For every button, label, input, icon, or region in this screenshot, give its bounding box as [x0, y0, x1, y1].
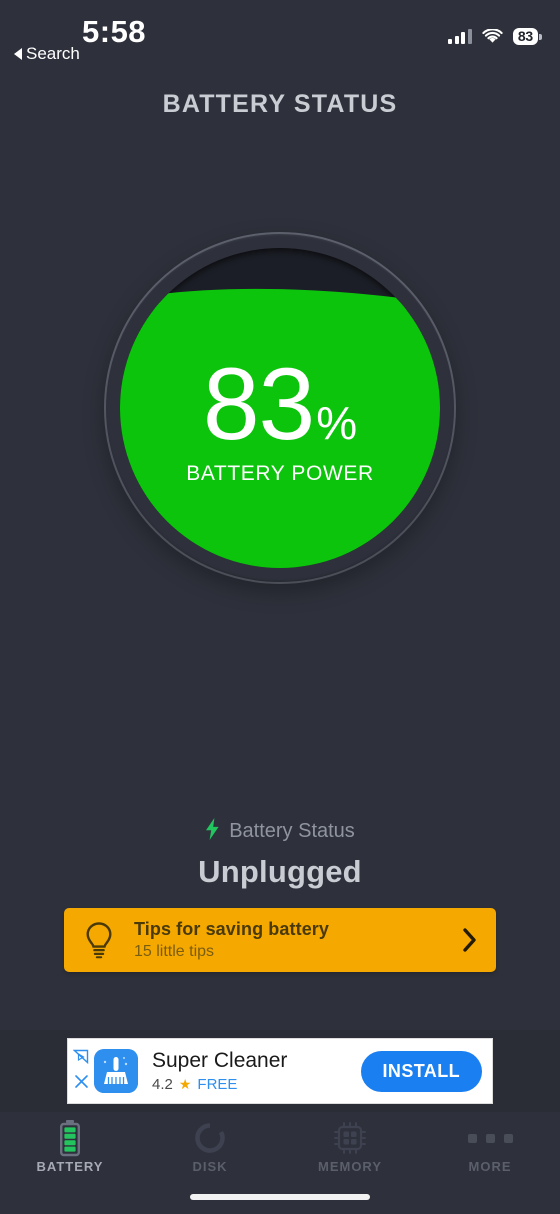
tab-battery-label: BATTERY — [36, 1159, 104, 1174]
tab-bar: BATTERY DISK MEMORY MORE — [0, 1112, 560, 1182]
install-button[interactable]: INSTALL — [360, 1050, 482, 1092]
star-icon: ★ — [178, 1075, 192, 1092]
tab-more[interactable]: MORE — [420, 1112, 560, 1182]
back-to-search-link[interactable]: Search — [14, 44, 80, 64]
battery-status-line: Battery Status — [0, 818, 560, 845]
tips-banner-subtitle: 15 little tips — [134, 943, 215, 960]
battery-status-value: Unplugged — [198, 854, 362, 889]
gauge-inner-well: 83 % BATTERY POWER — [120, 248, 440, 568]
disk-ring-icon — [193, 1118, 227, 1158]
tips-banner-texts: Tips for saving battery 15 little tips — [134, 919, 462, 961]
tips-banner-title: Tips for saving battery — [134, 919, 330, 939]
lightbulb-icon — [84, 921, 114, 959]
gauge-percent-sign: % — [316, 397, 358, 450]
battery-icon — [57, 1118, 83, 1158]
more-dots-icon — [467, 1118, 513, 1158]
wifi-icon — [482, 29, 503, 44]
tab-disk-label: DISK — [192, 1159, 228, 1174]
battery-indicator: 83 — [512, 28, 542, 45]
status-bar-indicators: 83 — [448, 28, 542, 45]
page-title: BATTERY STATUS — [162, 90, 398, 118]
status-bar-time: 5:58 — [82, 14, 147, 49]
lightning-bolt-icon — [205, 818, 220, 845]
battery-status-section: Battery Status Unplugged — [0, 818, 560, 890]
ad-app-name: Super Cleaner — [152, 1049, 288, 1073]
memory-chip-icon — [332, 1118, 368, 1158]
battery-gauge: 83 % BATTERY POWER — [0, 228, 560, 588]
ad-meta-row: 4.2 ★ FREE — [152, 1076, 361, 1093]
ad-controls[interactable] — [68, 1039, 94, 1103]
battery-percent-label: 83 — [512, 28, 538, 45]
broom-icon — [94, 1049, 138, 1093]
ad-banner[interactable]: Super Cleaner 4.2 ★ FREE INSTALL — [67, 1038, 493, 1104]
close-icon[interactable] — [74, 1074, 89, 1094]
status-bar: 5:58 Search 83 — [0, 0, 560, 70]
battery-status-label: Battery Status — [229, 820, 355, 842]
gauge-caption: BATTERY POWER — [186, 461, 374, 485]
home-indicator — [190, 1194, 370, 1200]
back-arrow-icon — [14, 48, 22, 60]
tab-memory[interactable]: MEMORY — [280, 1112, 420, 1182]
tab-more-label: MORE — [468, 1159, 512, 1174]
battery-nub-icon — [539, 33, 542, 40]
gauge-readout: 83 % BATTERY POWER — [120, 248, 440, 568]
ad-price-label: FREE — [197, 1075, 238, 1093]
adchoices-icon[interactable] — [72, 1049, 90, 1069]
tab-battery[interactable]: BATTERY — [0, 1112, 140, 1182]
gauge-percent-number: 83 — [202, 347, 315, 462]
signal-bars-icon — [448, 29, 472, 44]
tab-disk[interactable]: DISK — [140, 1112, 280, 1182]
gauge-outer-dial: 83 % BATTERY POWER — [104, 232, 456, 584]
tab-memory-label: MEMORY — [317, 1159, 383, 1174]
chevron-right-icon[interactable] — [462, 927, 478, 953]
ad-text-block: Super Cleaner 4.2 ★ FREE — [152, 1049, 361, 1092]
gauge-percent-row: 83 % — [202, 347, 358, 462]
back-link-label: Search — [26, 44, 80, 63]
tips-banner[interactable]: Tips for saving battery 15 little tips — [64, 908, 496, 972]
ad-rating: 4.2 — [152, 1075, 173, 1093]
